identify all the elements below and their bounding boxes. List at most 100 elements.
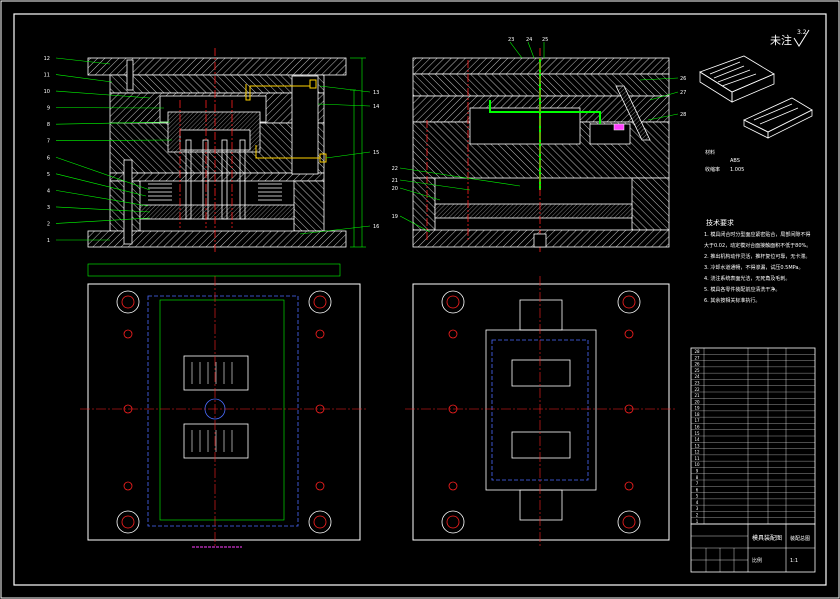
side-spacer-left: [412, 177, 436, 231]
guide-bush-hole: [116, 290, 140, 314]
callout-label: 10: [44, 89, 50, 95]
title-block-scale-value: 1:1: [790, 558, 798, 564]
callout-label: 26: [680, 76, 686, 82]
callout-label: 14: [373, 104, 379, 110]
bom-item-number: 13: [694, 443, 700, 448]
screw-hole: [123, 481, 133, 491]
callout-label: 20: [392, 186, 398, 192]
callout-label: 8: [47, 122, 50, 128]
tech-note-line: 2. 推出机构动作灵活，推杆复位可靠，无卡滞。: [704, 253, 810, 260]
callout-label: 28: [680, 112, 686, 118]
ejector-plate: [139, 204, 295, 220]
side-spacer-right: [631, 177, 670, 231]
callout-label: 12: [44, 56, 50, 62]
guide-bush-hole: [441, 290, 465, 314]
bom-item-number: 14: [694, 437, 700, 442]
guide-bush-hole: [308, 290, 332, 314]
bom-item-number: 1: [696, 519, 699, 524]
bom-item-number: 9: [696, 469, 699, 474]
part-material-label: 材料: [705, 149, 715, 156]
guide-bush-hole: [441, 510, 465, 534]
screw-hole: [624, 329, 634, 339]
tech-note-line: 1. 模具闭合时分型面应紧密贴合，局部间隙不得: [704, 231, 810, 238]
roughness-value: 3.2: [797, 29, 807, 36]
part-material-value: ABS: [730, 158, 740, 164]
callout-label: 23: [508, 37, 514, 43]
return-spring-right: [258, 183, 282, 201]
bom-item-number: 11: [694, 456, 700, 461]
tech-note-line: 5. 模具各零件装配前应清洗干净。: [704, 286, 780, 293]
leader-line: [325, 151, 371, 159]
side-product-area: [469, 107, 581, 145]
mold-assembly-drawing: 未注 3.2 121110987654321 13141516 23 24 25…: [0, 0, 840, 599]
guide-bush-hole: [116, 510, 140, 534]
title-block-drawing-no: 装配总图: [790, 535, 810, 542]
plan-left-centerlines: [80, 276, 368, 548]
screw-hole: [315, 481, 325, 491]
plan-right-insert-frame: [485, 329, 597, 491]
bom-item-number: 22: [694, 387, 700, 392]
bom-item-number: 8: [696, 475, 699, 480]
callout-label: 22: [392, 166, 398, 172]
plan-left-cavity-ribs: [191, 362, 233, 452]
callout-label: 9: [47, 106, 50, 112]
callout-label: 27: [680, 90, 686, 96]
tech-note-line: 大于0.02，动定模对合面接触面积不低于80%。: [704, 242, 811, 249]
plan-view-moving-half: [405, 276, 676, 548]
plan-right-outline: [412, 283, 670, 541]
screw-hole: [624, 481, 634, 491]
bom-item-number: 3: [696, 506, 699, 511]
tech-note-line: 4. 浇注系统表面光洁，无死角及毛刺。: [704, 275, 790, 282]
guide-pin-hole: [313, 295, 327, 309]
plan-left-insert-frame: [159, 299, 285, 521]
spacer-block-right: [293, 180, 325, 232]
bom-item-number: 27: [694, 355, 700, 360]
title-block-scale-label: 比例: [752, 557, 762, 564]
callout-label: 2: [47, 221, 50, 227]
return-spring-left: [148, 183, 172, 201]
callout-label: 25: [542, 37, 548, 43]
leader-line: [319, 85, 371, 93]
callout-label: 3: [47, 205, 50, 211]
bom-rows: 2827262524232221201918171615141312111098…: [691, 348, 815, 524]
guide-pin-hole: [622, 515, 636, 529]
callout-label: 16: [373, 224, 379, 230]
bom-item-number: 25: [694, 368, 700, 373]
guide-pin-hole: [446, 515, 460, 529]
plan-right-slider-bottom: [519, 489, 563, 521]
callout-label: 19: [392, 214, 398, 220]
part-shrink-value: 1.005: [730, 167, 744, 173]
plan-left-hidden-frame: [147, 295, 299, 527]
front-dimension-lines: [350, 57, 366, 248]
guide-pin-hole: [313, 515, 327, 529]
tech-note-line: 6. 其余按相关标准执行。: [704, 297, 760, 304]
callout-label: 7: [47, 139, 50, 145]
bom-item-number: 16: [694, 425, 700, 430]
screw-hole: [315, 329, 325, 339]
bom-item-number: 2: [696, 513, 699, 518]
plan-right-core-top: [511, 359, 571, 387]
front-section-view: 12 11 10 9 8 7 6 5 4 3 2 1 13 14 15 16: [44, 48, 379, 254]
plan-right-slider-top: [519, 299, 563, 331]
plan-right-holes: [441, 290, 641, 534]
plan-right-core-bottom: [511, 431, 571, 459]
plan-view-fixed-half: [80, 263, 368, 548]
screw-hole: [123, 329, 133, 339]
bom-item-number: 21: [694, 393, 700, 398]
tech-notes-title: 技术要求: [706, 218, 734, 227]
callout-label: 11: [44, 73, 50, 79]
screw-top-left: [126, 59, 134, 91]
title-block: 模具装配图 装配总图 比例 1:1: [690, 523, 816, 573]
callout-label: 5: [47, 172, 50, 178]
guide-bush-hole: [308, 510, 332, 534]
bom-item-number: 26: [694, 362, 700, 367]
bom-item-number: 18: [694, 412, 700, 417]
bom-item-number: 6: [696, 487, 699, 492]
callout-label: 1: [47, 238, 50, 244]
bom-item-number: 20: [694, 399, 700, 404]
unmarked-roughness-note: 未注: [770, 33, 792, 47]
plan-left-green-frame: [87, 263, 341, 277]
bom-item-number: 4: [696, 500, 699, 505]
screw-hole: [448, 329, 458, 339]
bom-item-number: 5: [696, 494, 699, 499]
